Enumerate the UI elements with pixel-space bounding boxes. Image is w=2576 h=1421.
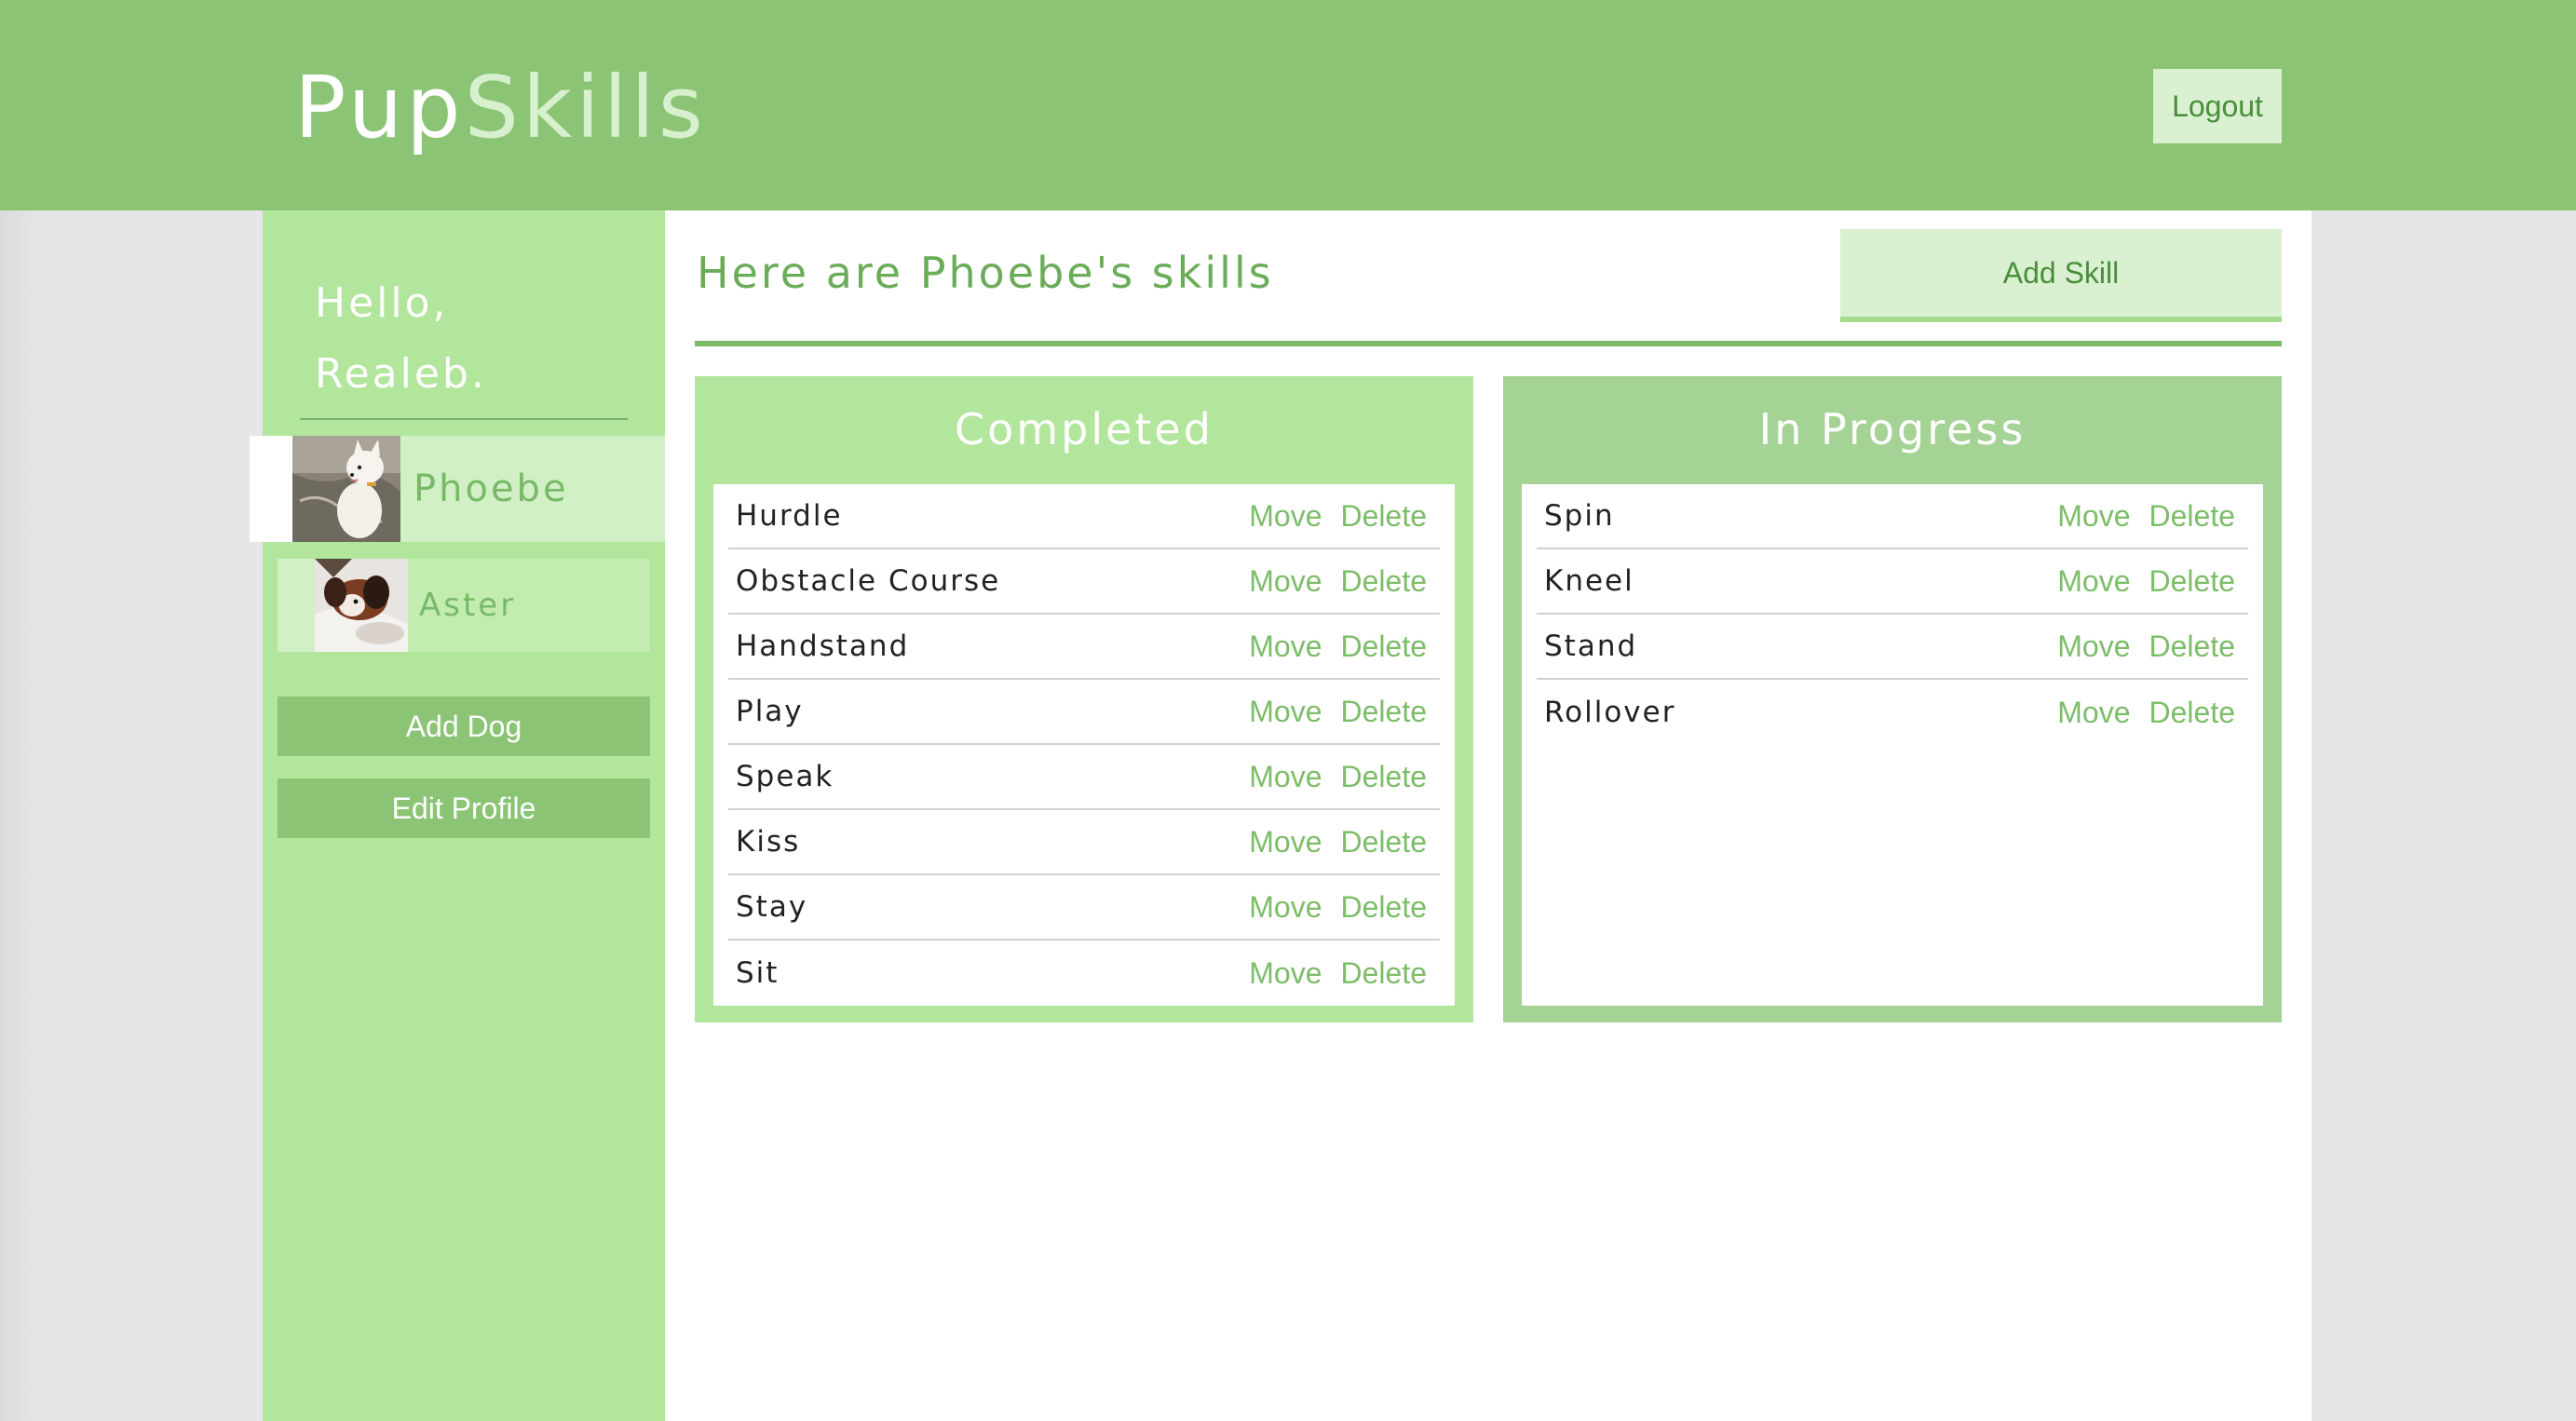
skill-name: Play [736,695,804,728]
completed-panel-title: Completed [955,404,1213,454]
skill-name: Sit [736,956,780,990]
skill-name: Obstacle Course [736,564,1001,598]
logo-pup: Pup [294,58,465,157]
skill-name: Handstand [736,629,910,663]
page-gutter-left [0,210,263,1421]
dog-item-spacer [278,559,315,652]
skill-row: Kiss Move Delete [728,810,1440,875]
delete-link[interactable]: Delete [2149,564,2236,599]
skill-name: Stand [1544,629,1638,663]
greeting: Hello, Realeb. [315,268,631,410]
move-link[interactable]: Move [1249,629,1322,664]
app-logo: PupSkills [294,52,707,164]
delete-link[interactable]: Delete [2149,696,2236,730]
dog-name-aster: Aster [419,587,517,624]
delete-link[interactable]: Delete [2149,499,2236,534]
greeting-divider [300,418,628,420]
skill-name: Spin [1544,499,1615,533]
skill-row: Speak Move Delete [728,745,1440,810]
skill-name: Stay [736,890,808,924]
move-link[interactable]: Move [1249,564,1322,599]
page-title: Here are Phoebe's skills [697,248,1274,298]
dog-item-aster[interactable]: Aster [278,559,650,652]
add-skill-button[interactable]: Add Skill [1840,229,2282,322]
skill-row: Kneel Move Delete [1537,549,2248,615]
skill-name: Kiss [736,825,801,859]
heading-divider [695,341,2282,346]
greeting-line-2: Realeb. [315,350,487,398]
delete-link[interactable]: Delete [1341,629,1428,664]
logo-skills: Skills [464,58,707,157]
top-bar: PupSkills Logout [0,0,2576,210]
skill-name: Kneel [1544,564,1634,598]
in-progress-skill-list: Spin Move Delete Kneel Move Delete Stand Move De… [1522,484,2263,1006]
delete-link[interactable]: Delete [1341,890,1428,925]
move-link[interactable]: Move [1249,825,1322,859]
skill-row: Stay Move Delete [728,875,1440,941]
dog-photo-phoebe [292,436,400,542]
skill-row: Sit Move Delete [728,941,1440,1006]
skill-row: Handstand Move Delete [728,615,1440,680]
greeting-line-1: Hello, [315,279,449,327]
skill-name: Rollover [1544,696,1676,729]
delete-link[interactable]: Delete [1341,760,1428,794]
move-link[interactable]: Move [2057,499,2130,534]
move-link[interactable]: Move [1249,890,1322,925]
skill-name: Hurdle [736,499,843,533]
edit-profile-button[interactable]: Edit Profile [278,778,650,838]
skill-row: Hurdle Move Delete [728,484,1440,549]
move-link[interactable]: Move [1249,695,1322,729]
completed-skill-list: Hurdle Move Delete Obstacle Course Move Delet… [713,484,1455,1006]
dog-name-phoebe: Phoebe [414,467,569,510]
delete-link[interactable]: Delete [2149,629,2236,664]
move-link[interactable]: Move [2057,564,2130,599]
skill-name: Speak [736,760,834,793]
move-link[interactable]: Move [2057,629,2130,664]
page-gutter-right [2312,210,2576,1421]
move-link[interactable]: Move [2057,696,2130,730]
skill-row: Spin Move Delete [1537,484,2248,549]
in-progress-panel-title: In Progress [1758,404,2027,454]
delete-link[interactable]: Delete [1341,499,1428,534]
in-progress-panel: In Progress Spin Move Delete Kneel Move Delet… [1503,376,2282,1022]
move-link[interactable]: Move [1249,499,1322,534]
delete-link[interactable]: Delete [1341,956,1428,991]
skill-row: Rollover Move Delete [1537,680,2248,745]
skill-row: Stand Move Delete [1537,615,2248,680]
move-link[interactable]: Move [1249,760,1322,794]
logout-button[interactable]: Logout [2153,69,2282,143]
move-link[interactable]: Move [1249,956,1322,991]
skill-row: Obstacle Course Move Delete [728,549,1440,615]
completed-panel: Completed Hurdle Move Delete Obstacle Cours… [695,376,1473,1022]
delete-link[interactable]: Delete [1341,825,1428,859]
delete-link[interactable]: Delete [1341,564,1428,599]
dog-photo-aster [315,559,408,652]
dog-item-phoebe[interactable]: Phoebe [250,436,678,542]
delete-link[interactable]: Delete [1341,695,1428,729]
add-dog-button[interactable]: Add Dog [278,697,650,756]
skill-row: Play Move Delete [728,680,1440,745]
selected-indicator [250,436,292,542]
